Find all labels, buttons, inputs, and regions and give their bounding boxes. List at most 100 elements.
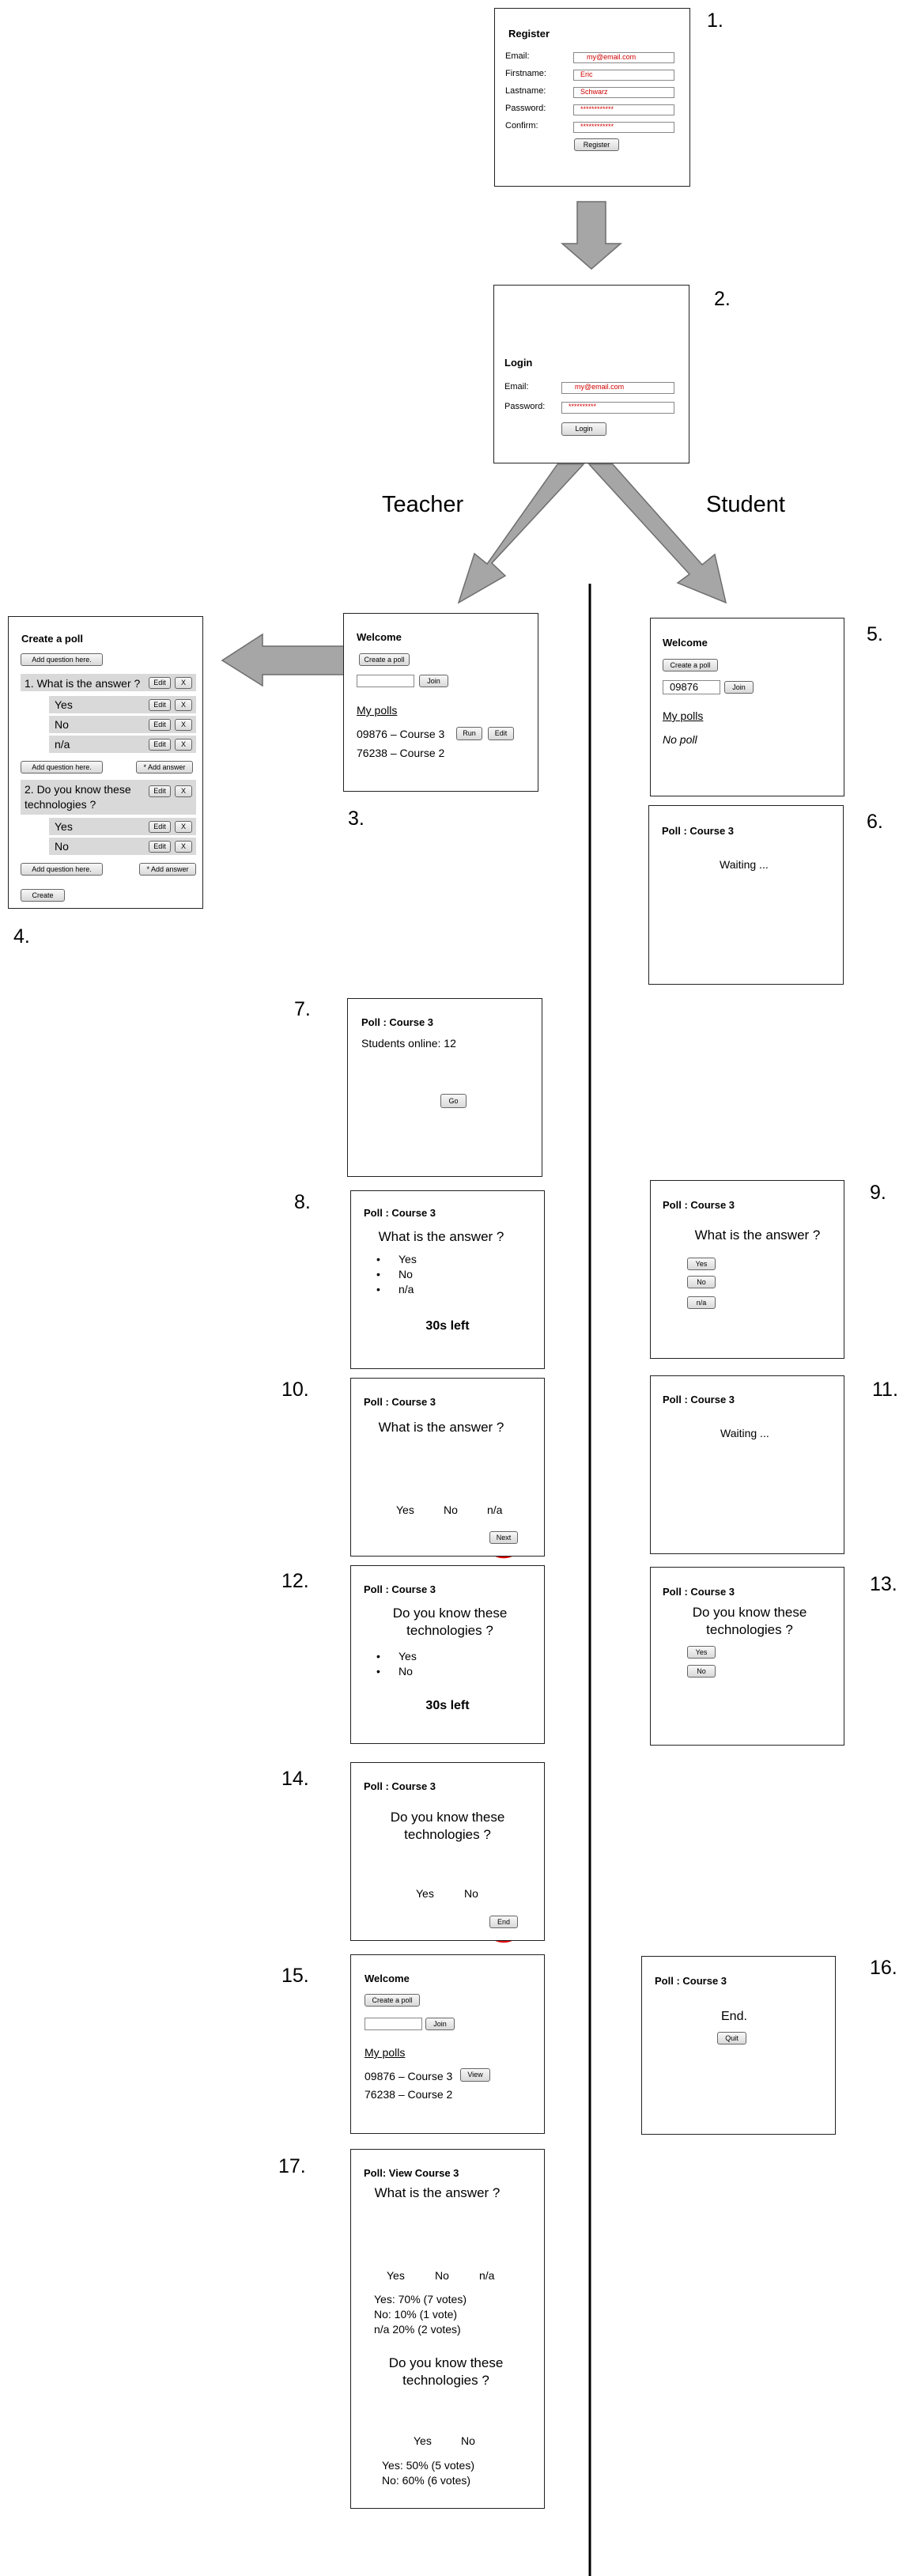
chart-label: No bbox=[464, 1887, 478, 1900]
edit-button[interactable]: Edit bbox=[149, 841, 171, 853]
edit-button[interactable]: Edit bbox=[149, 821, 171, 833]
answer-label: n/a bbox=[55, 738, 70, 751]
edit-button[interactable]: Edit bbox=[149, 677, 171, 689]
my-polls-link[interactable]: My polls bbox=[365, 2046, 405, 2059]
password-field[interactable]: ********** bbox=[561, 402, 674, 414]
firstname-label: Firstname: bbox=[505, 69, 546, 78]
chart-label: n/a bbox=[487, 1504, 503, 1516]
poll-title: Poll : Course 3 bbox=[655, 1975, 727, 1987]
poll-title: Poll : Course 3 bbox=[361, 1016, 434, 1028]
email-field[interactable]: my@email.com bbox=[561, 382, 674, 394]
edit-button[interactable]: Edit bbox=[149, 785, 171, 797]
poll-title: Poll : Course 3 bbox=[663, 1394, 735, 1405]
confirm-label: Confirm: bbox=[505, 121, 538, 131]
question-text: What is the answer ? bbox=[378, 1420, 504, 1435]
welcome-title: Welcome bbox=[663, 637, 708, 649]
answer-yes-button[interactable]: Yes bbox=[687, 1646, 716, 1659]
chart-label: No bbox=[461, 2434, 475, 2447]
delete-button[interactable]: X bbox=[175, 821, 192, 833]
delete-button[interactable]: X bbox=[175, 699, 192, 711]
quit-button[interactable]: Quit bbox=[717, 2032, 746, 2045]
step-number: 4. bbox=[13, 925, 30, 948]
poll-item: 09876 – Course 3 bbox=[357, 728, 445, 740]
my-polls-link[interactable]: My polls bbox=[663, 709, 703, 722]
add-answer-button[interactable]: * Add answer bbox=[139, 863, 196, 876]
login-button[interactable]: Login bbox=[561, 422, 606, 436]
edit-button[interactable]: Edit bbox=[149, 739, 171, 751]
stat-line: Yes: 50% (5 votes) bbox=[382, 2459, 474, 2472]
join-button[interactable]: Join bbox=[425, 2018, 455, 2030]
lastname-field[interactable]: Schwarz bbox=[573, 87, 674, 98]
stat-line: No: 10% (1 vote) bbox=[374, 2308, 458, 2321]
delete-button[interactable]: X bbox=[175, 841, 192, 853]
answer-label: No bbox=[55, 840, 69, 853]
add-question-button[interactable]: Add question here. bbox=[21, 863, 103, 876]
add-answer-button[interactable]: * Add answer bbox=[136, 761, 193, 774]
lastname-label: Lastname: bbox=[505, 86, 546, 96]
password-field[interactable]: ************ bbox=[573, 104, 674, 115]
firstname-field[interactable]: Eric bbox=[573, 70, 674, 81]
delete-button[interactable]: X bbox=[175, 739, 192, 751]
my-polls-link[interactable]: My polls bbox=[357, 704, 397, 717]
add-question-button[interactable]: Add question here. bbox=[21, 653, 103, 666]
create-poll-button[interactable]: Create a poll bbox=[365, 1994, 420, 2007]
email-field[interactable]: my@email.com bbox=[573, 52, 674, 63]
answer-item: No bbox=[376, 1665, 413, 1678]
edit-button[interactable]: Edit bbox=[149, 699, 171, 711]
chart-label: Yes bbox=[387, 2269, 405, 2282]
teacher-label: Teacher bbox=[382, 492, 464, 517]
answer-no-button[interactable]: No bbox=[687, 1276, 716, 1288]
register-button[interactable]: Register bbox=[574, 138, 619, 151]
password-label: Password: bbox=[504, 402, 546, 411]
time-left: 30s left bbox=[425, 1319, 470, 1333]
students-online-text: Students online: 12 bbox=[361, 1037, 456, 1050]
edit-button[interactable]: Edit bbox=[488, 727, 514, 740]
create-poll-button[interactable]: Create a poll bbox=[663, 659, 718, 671]
chart-label: n/a bbox=[479, 2269, 495, 2282]
answer-item: n/a bbox=[376, 1283, 414, 1296]
run-button[interactable]: Run bbox=[456, 727, 482, 740]
question-text: Do you know these technologies ? bbox=[692, 1605, 807, 1637]
step-number: 10. bbox=[281, 1379, 309, 1401]
delete-button[interactable]: X bbox=[175, 719, 192, 731]
stat-line: n/a 20% (2 votes) bbox=[374, 2323, 461, 2336]
create-poll-title: Create a poll bbox=[21, 633, 84, 645]
down-arrow bbox=[560, 201, 623, 270]
confirm-field[interactable]: ************ bbox=[573, 122, 674, 133]
answer-label: Yes bbox=[55, 698, 73, 711]
join-code-input[interactable] bbox=[365, 2018, 422, 2030]
answer-na-button[interactable]: n/a bbox=[687, 1296, 716, 1309]
view-button[interactable]: View bbox=[460, 2068, 490, 2082]
edit-button[interactable]: Edit bbox=[149, 719, 171, 731]
step-number: 12. bbox=[281, 1570, 309, 1592]
create-poll-button[interactable]: Create a poll bbox=[359, 653, 410, 666]
add-question-button[interactable]: Add question here. bbox=[21, 761, 103, 774]
question-text: What is the answer ? bbox=[378, 1229, 504, 1244]
join-code-input[interactable]: 09876 bbox=[663, 680, 720, 694]
answer-yes-button[interactable]: Yes bbox=[687, 1258, 716, 1270]
step-number: 9. bbox=[870, 1182, 886, 1204]
step-number: 14. bbox=[281, 1768, 309, 1790]
poll-item: 76238 – Course 2 bbox=[357, 747, 445, 759]
create-button[interactable]: Create bbox=[21, 889, 65, 902]
join-code-input[interactable] bbox=[357, 675, 414, 687]
next-button[interactable]: Next bbox=[489, 1531, 518, 1544]
poll-title: Poll : Course 3 bbox=[364, 1207, 436, 1219]
question-label: 1. What is the answer ? bbox=[25, 677, 141, 690]
step-number: 2. bbox=[714, 288, 731, 310]
step-number: 6. bbox=[867, 811, 883, 833]
delete-button[interactable]: X bbox=[175, 785, 192, 797]
step-number: 11. bbox=[872, 1379, 898, 1401]
join-button[interactable]: Join bbox=[419, 675, 448, 687]
view-title: Poll: View Course 3 bbox=[364, 2167, 459, 2179]
welcome-title: Welcome bbox=[365, 1973, 410, 1984]
end-button[interactable]: End bbox=[489, 1916, 518, 1928]
question-text: What is the answer ? bbox=[694, 1227, 821, 1243]
delete-button[interactable]: X bbox=[175, 677, 192, 689]
go-button[interactable]: Go bbox=[440, 1094, 467, 1108]
waiting-text: Waiting ... bbox=[720, 1427, 769, 1439]
join-button[interactable]: Join bbox=[724, 681, 754, 694]
answer-no-button[interactable]: No bbox=[687, 1665, 716, 1678]
login-title: Login bbox=[504, 357, 533, 369]
poll-title: Poll : Course 3 bbox=[364, 1583, 436, 1595]
